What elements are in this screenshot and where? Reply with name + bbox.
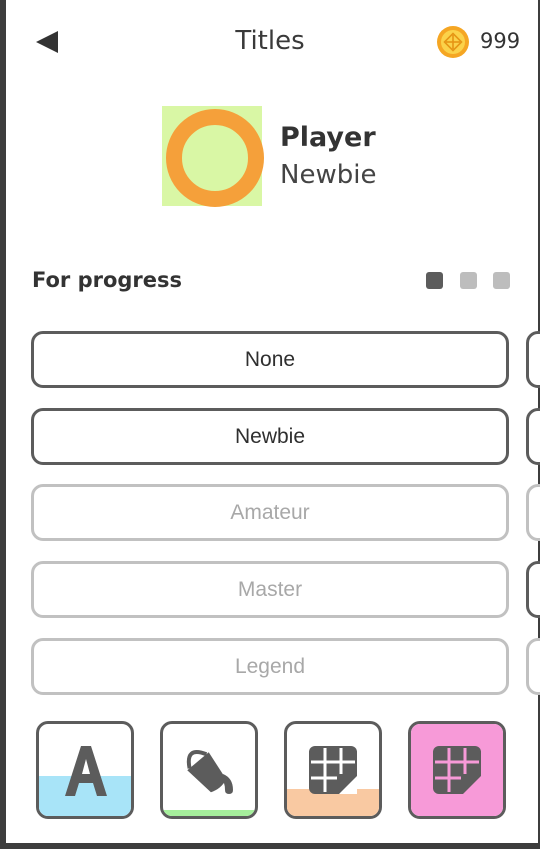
grid-pattern-icon [309, 746, 357, 794]
player-avatar [162, 106, 264, 207]
title-option-master[interactable]: Master [31, 561, 509, 618]
next-page-option[interactable] [526, 408, 540, 465]
page-dot-2[interactable] [460, 272, 477, 289]
tab-pattern-2[interactable] [408, 721, 506, 819]
next-page-option[interactable] [526, 638, 540, 695]
tab-pattern[interactable] [284, 721, 382, 819]
coin-count: 999 [480, 29, 521, 53]
paint-bucket-icon [186, 750, 233, 794]
grid-pattern-icon [433, 746, 481, 794]
player-name: Player [280, 122, 376, 153]
title-option-amateur[interactable]: Amateur [31, 484, 509, 541]
next-page-option[interactable] [526, 331, 540, 388]
coin-icon [437, 26, 469, 58]
title-option-newbie[interactable]: Newbie [31, 408, 509, 465]
font-icon [65, 746, 107, 796]
title-option-legend[interactable]: Legend [31, 638, 509, 695]
page-dot-3[interactable] [493, 272, 510, 289]
next-page-option[interactable] [526, 484, 540, 541]
page-dot-1[interactable] [426, 272, 443, 289]
tab-paint[interactable] [160, 721, 258, 819]
tab-font[interactable] [36, 721, 134, 819]
avatar-ring [166, 109, 264, 207]
section-heading: For progress [32, 268, 183, 292]
next-page-option[interactable] [526, 561, 540, 618]
player-title: Newbie [280, 160, 377, 190]
title-option-none[interactable]: None [31, 331, 509, 388]
